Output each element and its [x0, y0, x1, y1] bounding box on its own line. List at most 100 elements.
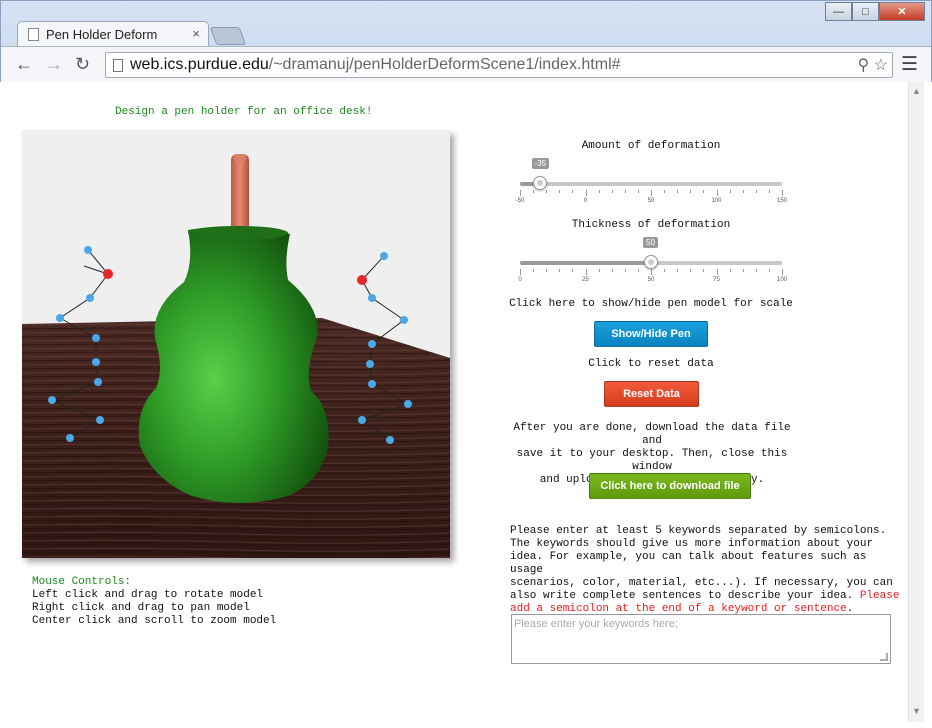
scroll-up-icon[interactable]: ▲ [912, 86, 921, 96]
menu-icon[interactable]: ☰ [901, 53, 918, 76]
slider-tick [585, 269, 587, 275]
resize-handle-icon[interactable] [880, 653, 888, 661]
slider-tick [664, 190, 666, 193]
slider-tick-label: -50 [515, 198, 525, 204]
slider-tick [572, 190, 574, 193]
slider-tick-label: 100 [711, 198, 722, 204]
slider-tick [637, 269, 639, 272]
slider-tick-label: 100 [776, 277, 788, 283]
slider-tick [559, 269, 561, 272]
slider-tick [782, 190, 783, 196]
slider-handle[interactable] [532, 176, 547, 190]
new-tab-button[interactable] [209, 27, 247, 45]
back-arrow-icon[interactable]: ← [15, 54, 33, 75]
slider-tick [716, 190, 718, 196]
keywords-instructions-line: also write complete sentences to describ… [510, 590, 900, 603]
download-file-button[interactable]: Click here to download file [589, 473, 751, 499]
minimize-button[interactable]: — [825, 2, 852, 21]
window-controls: — □ ✕ [825, 2, 925, 21]
reset-caption: Click to reset data [588, 358, 714, 370]
page-icon [113, 59, 123, 72]
slider-tick [768, 269, 770, 272]
url-text: web.ics.purdue.edu/~dramanuj/penHolderDe… [130, 56, 621, 74]
slider-tick [546, 190, 548, 193]
browser-tab[interactable]: Pen Holder Deform × [17, 21, 209, 47]
slider-ticks [520, 190, 783, 196]
omnibox-icons: ⚲ ☆ [857, 55, 888, 75]
page-content: Design a pen holder for an office desk! [8, 82, 908, 722]
slider-tick [611, 190, 613, 193]
slider-tick [624, 190, 626, 193]
url-host: web.ics.purdue.edu [130, 56, 269, 73]
reset-data-button[interactable]: Reset Data [604, 381, 699, 407]
keywords-instructions-line: idea. For example, you can talk about fe… [510, 551, 867, 576]
slider-tick-label: 50 [647, 198, 655, 204]
url-path: /~dramanuj/penHolderDeformScene1/index.h… [268, 56, 621, 73]
scroll-down-icon[interactable]: ▼ [912, 706, 921, 716]
slider-value-badge: 50 [643, 237, 658, 248]
slider-tick [703, 190, 705, 193]
slider-tick [520, 190, 521, 196]
slider-tick [742, 190, 744, 193]
slider-tick [651, 269, 652, 275]
slider-tick [742, 269, 744, 272]
slider-tick [768, 190, 770, 193]
keywords-instructions: Please enter at least 5 keywords separat… [510, 525, 900, 616]
pen-tip [234, 154, 246, 162]
3d-model-viewport[interactable] [22, 130, 450, 558]
close-window-button[interactable]: ✕ [879, 2, 925, 21]
reload-icon[interactable]: ↻ [75, 54, 90, 75]
slider-tick [690, 269, 692, 272]
download-instructions-line: save it to your desktop. Then, close thi… [516, 448, 788, 473]
show-hide-pen-button[interactable]: Show/Hide Pen [594, 321, 708, 347]
page-scrollbar[interactable]: ▲ ▼ [908, 82, 924, 722]
deformation-thickness-label: Thickness of deformation [571, 219, 731, 231]
slider-tick [533, 269, 535, 272]
slider-track[interactable] [520, 182, 782, 186]
slider-value-badge: -35 [531, 158, 550, 169]
page-icon [28, 28, 39, 41]
slider-tick [690, 190, 692, 193]
keywords-instructions-line: Please enter at least 5 keywords separat… [510, 525, 887, 537]
maximize-button[interactable]: □ [852, 2, 879, 21]
slider-tick [729, 269, 731, 272]
slider-tick-label: 0 [583, 198, 588, 204]
slider-tick-label: 150 [776, 198, 788, 204]
slider-tick [624, 269, 626, 272]
forward-arrow-icon[interactable]: → [45, 54, 63, 75]
slider-tick [729, 190, 731, 193]
search-icon[interactable]: ⚲ [857, 57, 869, 74]
pen-toggle-caption: Click here to show/hide pen model for sc… [509, 298, 793, 310]
slider-tick-label: 0 [518, 277, 522, 283]
slider-tick [572, 269, 574, 272]
slider-tick [585, 190, 587, 196]
keywords-instructions-line: The keywords should give us more informa… [510, 538, 874, 550]
slider-ticks [520, 269, 783, 275]
pen-holder-rim [188, 226, 288, 240]
mouse-control-zoom: Center click and scroll to zoom model [32, 615, 277, 627]
mouse-control-pan: Right click and drag to pan model [32, 602, 250, 614]
star-icon[interactable]: ☆ [874, 57, 888, 74]
slider-tick [677, 190, 679, 193]
slider-handle[interactable] [644, 255, 658, 269]
slider-tick [598, 269, 600, 272]
slider-fill [520, 261, 651, 265]
browser-chrome: Pen Holder Deform × — □ ✕ ← → ↻ web.ics.… [0, 0, 932, 82]
deformation-amount-label: Amount of deformation [581, 140, 721, 152]
slider-tick [598, 190, 600, 193]
keywords-instructions-text: also write complete sentences to describ… [510, 590, 860, 602]
mouse-control-rotate: Left click and drag to rotate model [32, 589, 264, 601]
address-bar[interactable]: web.ics.purdue.edu/~dramanuj/penHolderDe… [105, 52, 893, 78]
model-canvas[interactable] [22, 130, 450, 558]
slider-tick-label: 50 [647, 277, 655, 283]
slider-tick [716, 269, 718, 275]
slider-tick-label: 75 [713, 277, 720, 283]
close-icon[interactable]: × [192, 26, 200, 41]
slider-tick-label: 25 [582, 277, 589, 283]
design-title: Design a pen holder for an office desk! [115, 106, 373, 118]
slider-tick [755, 190, 757, 193]
slider-tick [677, 269, 679, 272]
keywords-input[interactable]: Please enter your keywords here; [511, 614, 891, 664]
keywords-instructions-line: scenarios, color, material, etc...). If … [510, 577, 893, 589]
slider-tick [611, 269, 613, 272]
